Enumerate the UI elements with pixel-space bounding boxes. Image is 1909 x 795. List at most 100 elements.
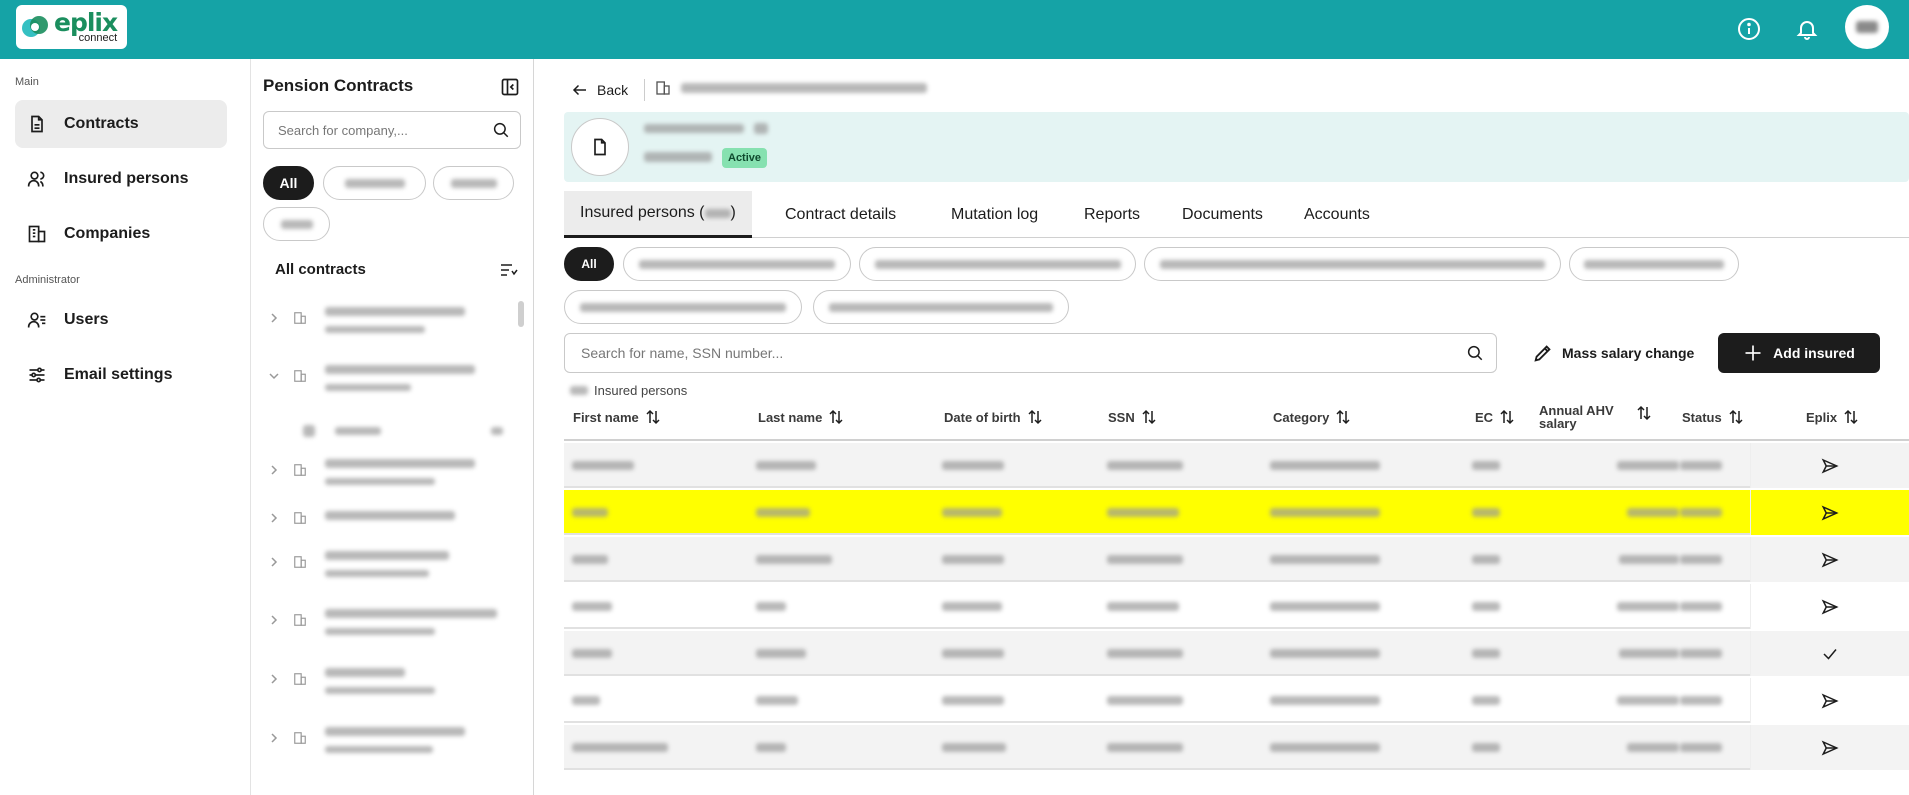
chevron-right-icon [271, 733, 278, 743]
sort-icon [1637, 405, 1651, 421]
top-bar: eplix connect [0, 0, 1909, 59]
table-row[interactable] [564, 678, 1909, 723]
table-cell [1472, 649, 1500, 658]
table-cell [572, 555, 608, 564]
check-icon[interactable] [1750, 631, 1909, 676]
table-row[interactable] [564, 443, 1909, 488]
nav-item-contracts[interactable]: Contracts [15, 100, 227, 148]
company-search-input[interactable]: Search for company,... [263, 111, 521, 149]
contract-tree-subitem[interactable] [265, 417, 505, 447]
contract-tree-item[interactable] [265, 499, 505, 535]
filter-chip[interactable] [323, 166, 426, 200]
sort-list-icon[interactable] [500, 263, 518, 282]
table-row[interactable] [564, 490, 1909, 535]
send-icon[interactable] [1750, 443, 1909, 488]
nav-item-companies[interactable]: Companies [15, 210, 227, 258]
table-row[interactable] [564, 631, 1909, 676]
filter-chip[interactable] [433, 166, 514, 200]
table-cell [942, 508, 1002, 517]
category-filter-chip[interactable] [813, 290, 1069, 324]
copy-icon[interactable] [754, 123, 768, 134]
column-last-name[interactable]: Last name [758, 393, 844, 441]
column-ssn[interactable]: SSN [1108, 393, 1157, 441]
nav-item-label: Users [64, 311, 109, 328]
table-cell [942, 461, 1004, 470]
info-icon[interactable] [1734, 14, 1764, 44]
panel-scrollbar[interactable] [518, 301, 524, 327]
table-row[interactable] [564, 725, 1909, 770]
chevron-right-icon [271, 674, 278, 684]
table-cell [1472, 508, 1500, 517]
table-cell [1627, 743, 1679, 752]
table-cell [1107, 696, 1183, 705]
sort-icon [646, 409, 660, 425]
document-icon [31, 115, 43, 133]
chevron-right-icon [271, 465, 278, 475]
sidebar-nav: Main Contracts Insured persons Companies… [0, 59, 251, 795]
add-insured-button[interactable]: Add insured [1718, 333, 1880, 373]
category-filter-chip[interactable] [1569, 247, 1739, 281]
category-filter-chip[interactable] [564, 290, 802, 324]
bell-icon[interactable] [1792, 14, 1822, 44]
category-filter-chip[interactable] [859, 247, 1136, 281]
column-first-name[interactable]: First name [573, 393, 661, 441]
send-icon[interactable] [1750, 678, 1909, 723]
table-row[interactable] [564, 584, 1909, 629]
tab-contract-details[interactable]: Contract details [785, 191, 896, 238]
table-cell [572, 461, 634, 470]
nav-item-email-settings[interactable]: Email settings [15, 351, 227, 399]
column-category[interactable]: Category [1273, 393, 1351, 441]
filter-chip[interactable] [263, 207, 330, 241]
nav-item-users[interactable]: Users [15, 296, 227, 344]
send-icon[interactable] [1750, 725, 1909, 770]
column-ec[interactable]: EC [1475, 393, 1515, 441]
tab-documents[interactable]: Documents [1182, 191, 1263, 238]
table-cell [1472, 696, 1500, 705]
avatar[interactable] [1845, 5, 1889, 49]
contract-tree-item[interactable] [265, 451, 505, 499]
breadcrumb-divider [644, 79, 645, 101]
table-cell [1680, 508, 1722, 517]
category-filter-chip[interactable] [1144, 247, 1561, 281]
filter-all-chip[interactable]: All [263, 166, 314, 200]
mass-salary-change-button[interactable]: Mass salary change [1532, 333, 1694, 373]
table-cell [756, 555, 832, 564]
table-cell [1107, 508, 1179, 517]
tab-accounts[interactable]: Accounts [1304, 191, 1370, 238]
contract-tree-item[interactable] [265, 543, 505, 591]
contracts-panel: Pension Contracts Search for company,...… [251, 59, 534, 795]
send-icon[interactable] [1750, 537, 1909, 582]
building-icon [294, 512, 306, 524]
contract-tree-item[interactable] [265, 601, 505, 649]
column-date-of-birth[interactable]: Date of birth [944, 393, 1043, 441]
send-icon[interactable] [1750, 584, 1909, 629]
back-button[interactable]: Back [571, 81, 628, 99]
contract-tree-item[interactable] [265, 299, 505, 347]
eplix-logo[interactable]: eplix connect [16, 5, 127, 49]
category-filter-all[interactable]: All [564, 247, 614, 281]
send-icon[interactable] [1750, 490, 1909, 535]
tab-insured-persons[interactable]: Insured persons ( ) [564, 191, 752, 238]
tab-reports[interactable]: Reports [1084, 191, 1140, 238]
table-row[interactable] [564, 537, 1909, 582]
category-filter-chip[interactable] [623, 247, 851, 281]
table-cell [1627, 508, 1679, 517]
column-annual-ahv-salary[interactable]: Annual AHV salary [1539, 393, 1652, 441]
insured-search-input[interactable]: Search for name, SSN number... [564, 333, 1497, 373]
collapse-panel-icon[interactable] [500, 77, 520, 97]
column-status[interactable]: Status [1682, 393, 1744, 441]
table-cell [1680, 602, 1722, 611]
contract-tree-item[interactable] [265, 719, 505, 767]
contract-tree-item[interactable] [265, 660, 505, 708]
building-icon [28, 225, 46, 243]
chevron-right-icon [271, 313, 278, 323]
sort-icon [1844, 409, 1858, 425]
nav-item-insured-persons[interactable]: Insured persons [15, 155, 227, 203]
tab-mutation-log[interactable]: Mutation log [951, 191, 1038, 238]
column-eplix[interactable]: Eplix [1806, 393, 1859, 441]
table-cell [1680, 696, 1722, 705]
contract-tree-item[interactable] [265, 357, 505, 405]
contract-number [644, 152, 712, 162]
building-icon [294, 556, 306, 568]
search-placeholder: Search for name, SSN number... [581, 345, 784, 361]
